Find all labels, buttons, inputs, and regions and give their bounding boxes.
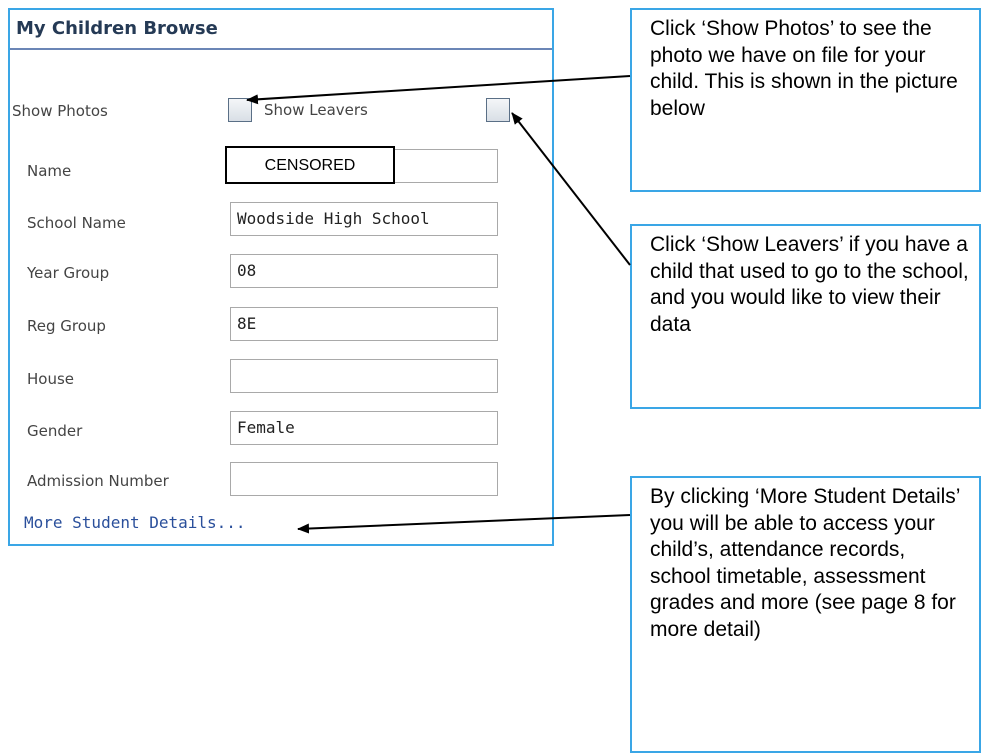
annotation-arrows bbox=[246, 75, 631, 534]
arrow-to-show-photos bbox=[246, 75, 631, 105]
arrow-to-show-leavers bbox=[511, 112, 631, 266]
arrow-to-more-details bbox=[297, 514, 631, 534]
